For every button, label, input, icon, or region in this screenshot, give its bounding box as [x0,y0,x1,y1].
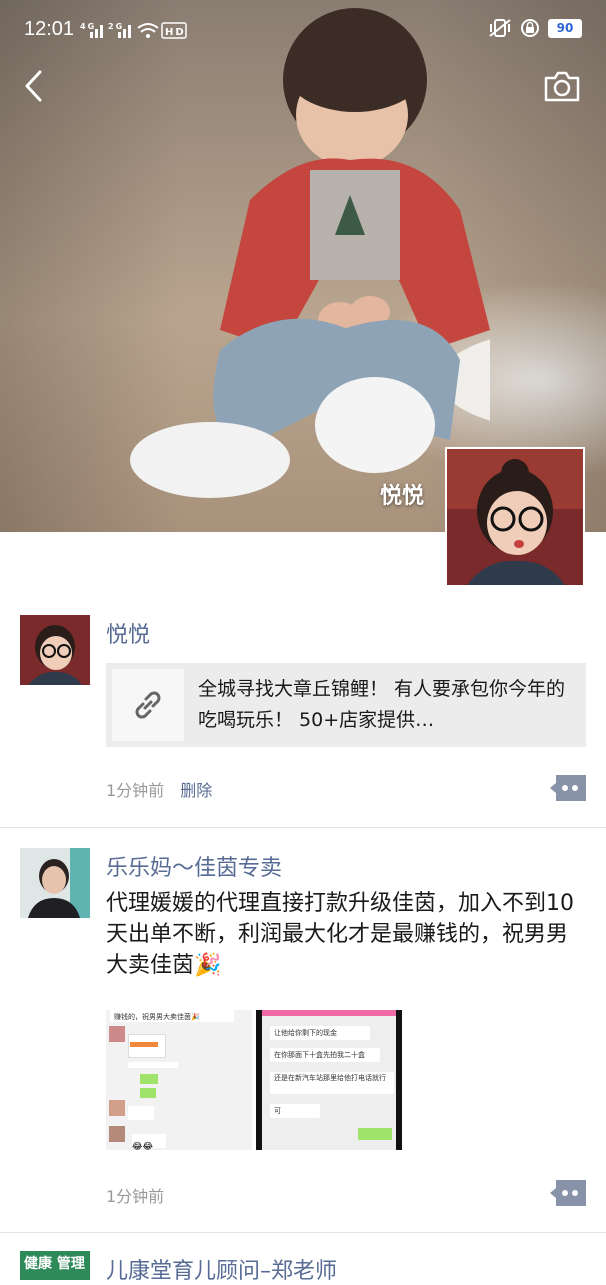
link-title: 全城寻找大章丘锦鲤！ 有人要承包你今年的吃喝玩乐！ 50+店家提供… [198,678,566,731]
status-bar: 12:01 4G 2G HD 90 [0,0,606,64]
chat-bubble [128,1062,178,1068]
post-avatar[interactable]: 健康 管理 [20,1251,90,1280]
chat-avatar [109,1100,125,1116]
signal-icons: 4G 2G HD [80,20,190,44]
post-time: 1分钟前 [106,1187,165,1206]
avatar-woman-image [20,848,90,918]
chat-bubble-green [140,1074,158,1084]
chat-bubble: 😂😂 [132,1134,166,1150]
chat-avatar [109,1026,125,1042]
status-right-icons: 90 [488,18,582,38]
link-thumbnail [112,669,184,741]
chat-bubble-highlight [130,1042,158,1047]
phone-bezel [256,1010,262,1150]
cover-child-illustration [130,8,490,498]
comment-like-more-icon[interactable] [550,1180,586,1206]
moment-post: 乐乐妈～佳茵专卖 代理媛媛的代理直接打款升级佳茵，加入不到10天出单不断，利润最… [0,828,606,1232]
link-icon [135,691,161,719]
camera-icon[interactable] [542,68,582,104]
shared-link-card[interactable]: 全城寻找大章丘锦鲤！ 有人要承包你今年的吃喝玩乐！ 50+店家提供… [106,663,586,747]
post-content: 代理媛媛的代理直接打款升级佳茵，加入不到10天出单不断，利润最大化才是最赚钱的，… [106,891,574,978]
chat-line: 赚钱的，祝男男大卖佳茵🎉 [110,1010,234,1022]
post-author-name[interactable]: 儿康堂育儿顾问–郑老师 [106,1253,337,1285]
post-author-name[interactable]: 乐乐妈～佳茵专卖 [106,850,282,882]
cover-username: 悦悦 [379,484,424,509]
post-avatar[interactable] [20,848,90,918]
post-author-name[interactable]: 悦悦 [106,617,150,649]
signal-strength-icon: 4G 2G HD [80,22,187,39]
chat-line: 可 [270,1104,320,1118]
chat-bubble-green [358,1128,392,1140]
delete-button[interactable]: 删除 [180,781,212,800]
profile-avatar[interactable] [445,447,585,587]
chat-header-strip [262,1010,398,1016]
comment-like-more-icon[interactable] [550,775,586,801]
svg-text:4G: 4G [80,22,96,31]
phone-bezel [396,1010,402,1150]
post-image-1[interactable]: 赚钱的，祝男男大卖佳茵🎉 😂😂 [106,1010,252,1150]
chat-bubble [128,1106,154,1120]
battery-icon: 90 [548,18,582,38]
lock-rotation-icon [521,19,539,37]
battery-level: 90 [556,21,574,35]
svg-text:2G: 2G [108,22,124,31]
chat-bubble-green [140,1088,156,1098]
status-time: 12:01 [24,18,75,40]
post-meta: 1分钟前 [106,1183,164,1207]
moment-post: 健康 管理 儿康堂育儿顾问–郑老师 [0,1233,606,1284]
post-avatar[interactable] [20,615,90,685]
post-time: 1分钟前 [106,781,165,800]
vibrate-icon [489,19,511,37]
post-image-2[interactable]: 让他给你剩下的现金 在你那面下十盒先拍我二十盒 还是在新汽车站那里给他打电话就行… [256,1010,402,1150]
chat-line: 还是在新汽车站那里给他打电话就行 [270,1072,394,1094]
moment-post: 悦悦 全城寻找大章丘锦鲤！ 有人要承包你今年的吃喝玩乐！ 50+店家提供… 1分… [0,600,606,828]
avatar-girl-glasses-image [447,449,583,585]
avatar-girl-glasses-image [20,615,90,685]
avatar-text: 健康 管理 [24,1256,85,1272]
svg-text:HD: HD [165,27,186,38]
back-icon[interactable] [18,66,54,106]
post-meta: 1分钟前 删除 [106,777,212,801]
chat-avatar [109,1126,125,1142]
chat-line: 在你那面下十盒先拍我二十盒 [270,1048,380,1062]
chat-line: 让他给你剩下的现金 [270,1026,370,1040]
